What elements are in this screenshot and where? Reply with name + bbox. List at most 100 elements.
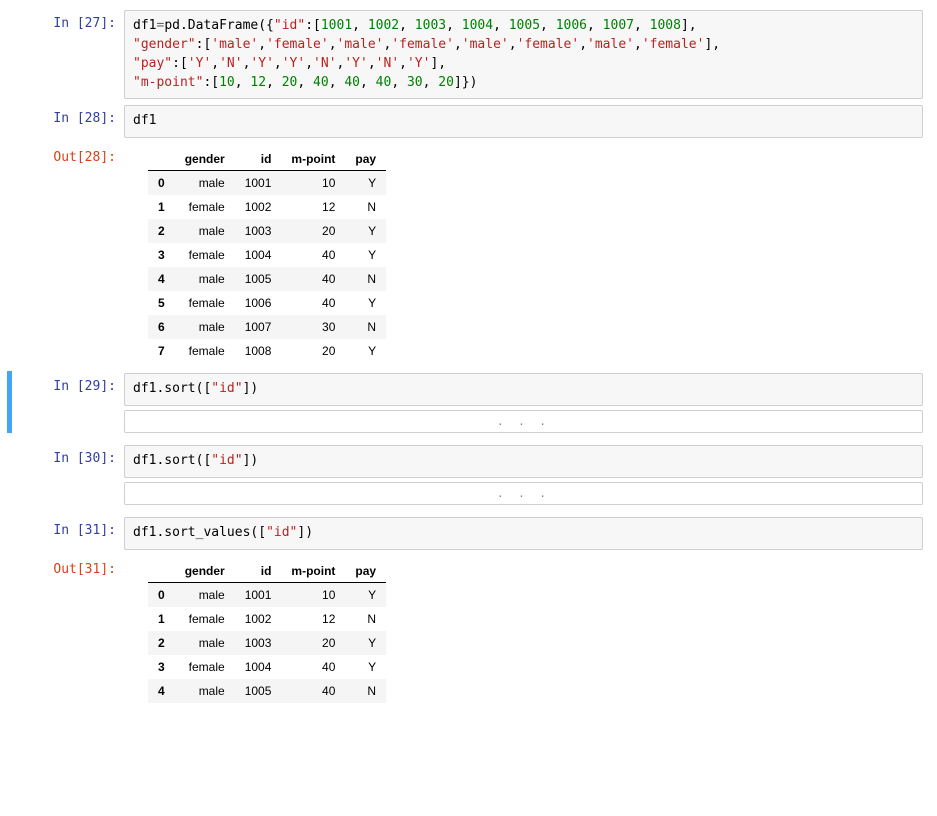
collapsed-output[interactable]: . . . <box>124 482 923 505</box>
cell: 40 <box>281 655 345 679</box>
cell-29-in: In [29]: df1.sort(["id"]) <box>14 371 923 408</box>
table-header-index <box>148 560 175 583</box>
table-header-index <box>148 148 175 171</box>
cell: 40 <box>281 291 345 315</box>
code-token: , <box>587 18 603 33</box>
cell: 1005 <box>235 267 282 291</box>
code-token: 'male' <box>211 37 258 52</box>
code-token: :[ <box>172 56 188 71</box>
cell: 1001 <box>235 171 282 196</box>
cell: female <box>175 195 235 219</box>
code-token: "id" <box>266 525 297 540</box>
code-token: 'female' <box>517 37 580 52</box>
code-token: , <box>329 37 337 52</box>
table-row: 1female100212N <box>148 195 386 219</box>
code-token: 20 <box>282 75 298 90</box>
cell: male <box>175 315 235 339</box>
code-token: , <box>352 18 368 33</box>
code-token: 'male' <box>462 37 509 52</box>
cell: N <box>345 267 386 291</box>
in-prompt: In [28]: <box>14 105 124 138</box>
cell: 1003 <box>235 219 282 243</box>
code-token: , <box>360 75 376 90</box>
cell: Y <box>345 582 386 607</box>
table-row: 2male100320Y <box>148 631 386 655</box>
code-token: 'Y' <box>344 56 367 71</box>
code-token: "pay" <box>133 56 172 71</box>
cell: 12 <box>281 607 345 631</box>
cell: 1006 <box>235 291 282 315</box>
cell: 1004 <box>235 655 282 679</box>
row-index: 4 <box>148 267 175 291</box>
code-input[interactable]: df1 <box>124 105 923 138</box>
cell: Y <box>345 219 386 243</box>
code-token: 'Y' <box>407 56 430 71</box>
cell-31-out: Out[31]: genderidm-pointpay0male100110Y1… <box>14 554 923 709</box>
code-token: 40 <box>376 75 392 90</box>
cell: male <box>175 219 235 243</box>
code-token: ]) <box>243 381 259 396</box>
cell: male <box>175 582 235 607</box>
code-token: 'male' <box>337 37 384 52</box>
code-token: 1001 <box>321 18 352 33</box>
code-token: "m-point" <box>133 75 203 90</box>
code-token: 12 <box>250 75 266 90</box>
output-area: genderidm-pointpay0male100110Y1female100… <box>124 556 923 707</box>
row-index: 7 <box>148 339 175 363</box>
code-token: :[ <box>196 37 212 52</box>
cell: 30 <box>281 315 345 339</box>
code-token: 'female' <box>391 37 454 52</box>
table-row: 5female100640Y <box>148 291 386 315</box>
row-index: 3 <box>148 655 175 679</box>
cell: 40 <box>281 267 345 291</box>
code-token: :[ <box>203 75 219 90</box>
cell: 40 <box>281 679 345 703</box>
table-header: id <box>235 148 282 171</box>
code-token: "id" <box>211 453 242 468</box>
code-token: 'Y' <box>188 56 211 71</box>
row-index: 6 <box>148 315 175 339</box>
code-token: 10 <box>219 75 235 90</box>
code-token: 'female' <box>642 37 705 52</box>
code-token: ], <box>704 37 720 52</box>
code-token: ], <box>681 18 697 33</box>
code-token: , <box>266 75 282 90</box>
code-token: , <box>634 18 650 33</box>
cell: 1005 <box>235 679 282 703</box>
output-area: genderidm-pointpay0male100110Y1female100… <box>124 144 923 367</box>
collapsed-output[interactable]: . . . <box>124 410 923 433</box>
cell: 1002 <box>235 195 282 219</box>
cell: male <box>175 267 235 291</box>
cell: male <box>175 679 235 703</box>
code-input[interactable]: df1.sort_values(["id"]) <box>124 517 923 550</box>
code-token: , <box>540 18 556 33</box>
code-token: 'N' <box>313 56 336 71</box>
table-header: gender <box>175 148 235 171</box>
in-prompt: In [27]: <box>14 10 124 99</box>
table-row: 4male100540N <box>148 679 386 703</box>
code-token: "id" <box>211 381 242 396</box>
cell: N <box>345 607 386 631</box>
cell: female <box>175 291 235 315</box>
cell: Y <box>345 291 386 315</box>
code-input[interactable]: df1=pd.DataFrame({"id":[1001, 1002, 1003… <box>124 10 923 99</box>
cell: 1007 <box>235 315 282 339</box>
table-row: 2male100320Y <box>148 219 386 243</box>
cell: 1008 <box>235 339 282 363</box>
cell-28-in: In [28]: df1 <box>14 103 923 140</box>
code-token: , <box>509 37 517 52</box>
code-input[interactable]: df1.sort(["id"]) <box>124 373 923 406</box>
code-token: , <box>297 75 313 90</box>
table-row: 7female100820Y <box>148 339 386 363</box>
row-index: 0 <box>148 171 175 196</box>
table-row: 4male100540N <box>148 267 386 291</box>
cell-31-in: In [31]: df1.sort_values(["id"]) <box>14 515 923 552</box>
code-token: :[ <box>305 18 321 33</box>
row-index: 5 <box>148 291 175 315</box>
code-token: 1006 <box>556 18 587 33</box>
code-token: 1007 <box>603 18 634 33</box>
code-input[interactable]: df1.sort(["id"]) <box>124 445 923 478</box>
cell: 1004 <box>235 243 282 267</box>
table-row: 3female100440Y <box>148 243 386 267</box>
cell: N <box>345 679 386 703</box>
